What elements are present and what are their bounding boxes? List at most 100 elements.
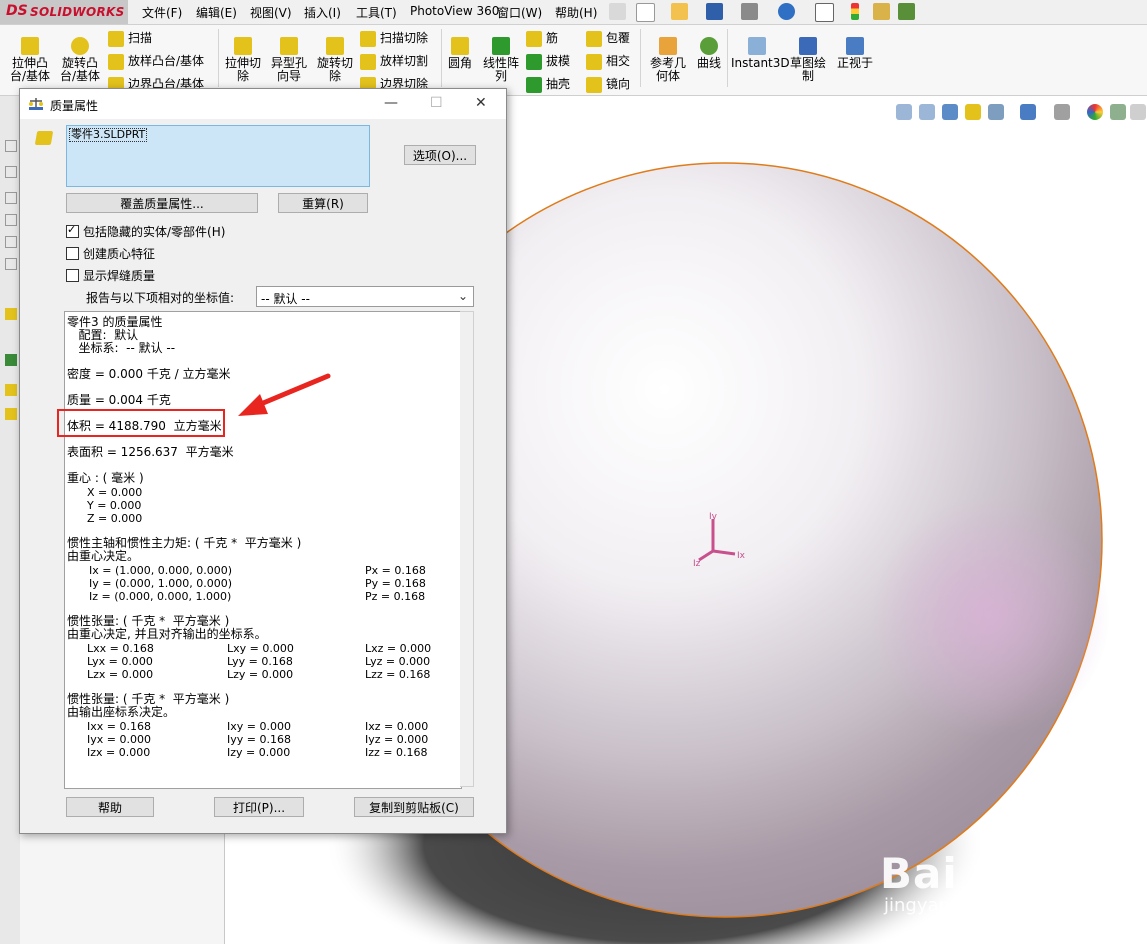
selected-items-list[interactable]: 零件3.SLDPRT	[66, 125, 370, 187]
previous-view-icon[interactable]	[942, 104, 958, 120]
instant3d-label: Instant3D	[731, 56, 790, 70]
sweep-button[interactable]: 扫描	[108, 29, 152, 47]
fillet-icon	[451, 37, 469, 55]
minimize-button[interactable]: —	[384, 95, 398, 111]
section-view-icon[interactable]	[965, 104, 981, 120]
coordinate-system-select[interactable]: -- 默认 -- ⌄	[256, 286, 474, 307]
tree-node-icon	[5, 258, 17, 270]
apply-scene-icon[interactable]	[1110, 104, 1126, 120]
extrude-boss-button[interactable]: 拉伸凸 台/基体	[8, 37, 52, 83]
draft-button[interactable]: 拔模	[526, 52, 570, 70]
extrude-cut-button[interactable]: 拉伸切 除	[222, 37, 264, 83]
results-cog-z: Z = 0.000	[87, 512, 143, 525]
menu-photoview[interactable]: PhotoView 360	[410, 4, 499, 18]
extrude-boss-label: 拉伸凸 台/基体	[9, 56, 51, 83]
sphere-highlight	[870, 496, 1110, 736]
results-lzz: Lzz = 0.168	[365, 668, 431, 681]
dynamic-annotation-icon[interactable]	[988, 104, 1004, 120]
rib-button[interactable]: 筋	[526, 29, 558, 47]
file-properties-icon[interactable]	[873, 3, 890, 20]
hole-wizard-label: 异型孔 向导	[270, 56, 307, 83]
select-arrow-icon[interactable]	[815, 3, 834, 22]
checkbox-box[interactable]	[66, 269, 79, 282]
revolve-boss-label: 旋转凸 台/基体	[59, 56, 101, 83]
revolve-cut-button[interactable]: 旋转切 除	[314, 37, 356, 83]
logo-ds: DS	[6, 3, 28, 19]
results-ix: Ix = (1.000, 0.000, 0.000)	[89, 564, 233, 577]
sketch-button[interactable]: 草图绘 制	[786, 37, 830, 83]
fillet-button[interactable]: 圆角	[444, 37, 476, 70]
override-mass-button[interactable]: 覆盖质量属性...	[66, 193, 258, 213]
menu-view[interactable]: 视图(V)	[250, 4, 292, 21]
open-folder-icon[interactable]	[671, 3, 688, 20]
include-hidden-checkbox[interactable]: 包括隐藏的实体/零部件(H)	[66, 223, 225, 240]
menu-tools[interactable]: 工具(T)	[356, 4, 397, 21]
traffic-light-icon[interactable]	[851, 3, 859, 20]
mirror-button[interactable]: 镜向	[586, 75, 630, 93]
results-lyy: Lyy = 0.168	[227, 655, 293, 668]
selected-item[interactable]: 零件3.SLDPRT	[69, 128, 148, 142]
results-px: Px = 0.168	[365, 564, 426, 577]
zoom-to-area-icon[interactable]	[919, 104, 935, 120]
print-button[interactable]: 打印(P)...	[214, 797, 304, 817]
recalculate-button[interactable]: 重算(R)	[278, 193, 368, 213]
dialog-titlebar[interactable]: 质量属性 — ☐ ✕	[20, 89, 506, 119]
results-iyy: Iyy = 0.168	[227, 733, 291, 746]
new-document-icon[interactable]	[636, 3, 655, 22]
wrap-button[interactable]: 包覆	[586, 29, 630, 47]
mirror-icon	[586, 76, 602, 93]
instant3d-button[interactable]: Instant3D	[731, 37, 790, 70]
solidworks-logo[interactable]: DS SOLIDWORKS	[0, 0, 128, 24]
shell-button[interactable]: 抽壳	[526, 75, 570, 93]
menu-window[interactable]: 窗口(W)	[497, 4, 542, 21]
copy-to-clipboard-button[interactable]: 复制到剪贴板(C)	[354, 797, 474, 817]
revolve-boss-button[interactable]: 旋转凸 台/基体	[58, 37, 102, 83]
create-cm-checkbox[interactable]: 创建质心特征	[66, 245, 155, 262]
intersect-button[interactable]: 相交	[586, 52, 630, 70]
close-button[interactable]: ✕	[475, 95, 487, 111]
options-button[interactable]: 选项(O)...	[404, 145, 476, 165]
options-icon[interactable]	[898, 3, 915, 20]
undo-icon[interactable]	[778, 3, 795, 20]
results-iyz: Iyz = 0.000	[365, 733, 429, 746]
loft-boss-button[interactable]: 放样凸台/基体	[108, 52, 204, 70]
swept-cut-button[interactable]: 扫描切除	[360, 29, 428, 47]
curves-button[interactable]: 曲线	[693, 37, 725, 70]
results-principal-sub: 由重心决定。	[67, 549, 140, 563]
reference-geometry-button[interactable]: 参考几 何体	[646, 37, 690, 83]
linear-pattern-button[interactable]: 线性阵 列	[480, 37, 522, 83]
lofted-cut-button[interactable]: 放样切割	[360, 52, 428, 70]
checkbox-box[interactable]	[66, 223, 79, 238]
extrude-cut-label: 拉伸切 除	[224, 56, 261, 83]
menu-file[interactable]: 文件(F)	[142, 4, 182, 21]
mass-properties-dialog: 质量属性 — ☐ ✕ 零件3.SLDPRT 选项(O)... 覆盖质量属性...…	[19, 88, 507, 834]
results-scrollbar[interactable]	[460, 311, 474, 787]
view-orientation-icon[interactable]	[1020, 104, 1036, 120]
menu-edit[interactable]: 编辑(E)	[196, 4, 237, 21]
show-weld-checkbox[interactable]: 显示焊缝质量	[66, 267, 155, 284]
zoom-to-fit-icon[interactable]	[896, 104, 912, 120]
results-cog-title: 重心 : ( 毫米 )	[67, 471, 144, 485]
feature-node-icon	[5, 408, 17, 420]
help-button[interactable]: 帮助	[66, 797, 154, 817]
pin-icon[interactable]	[609, 3, 626, 20]
triad-label-y: Iy	[709, 512, 718, 522]
tree-node-icon	[5, 236, 17, 248]
maximize-button[interactable]: ☐	[430, 95, 443, 111]
normal-to-button[interactable]: 正视于	[834, 37, 876, 70]
edit-appearance-icon[interactable]	[1087, 104, 1103, 120]
save-icon[interactable]	[706, 3, 723, 20]
print-icon[interactable]	[741, 3, 758, 20]
revolve-boss-icon	[71, 37, 89, 55]
hole-wizard-button[interactable]: 异型孔 向导	[268, 37, 310, 83]
menu-help[interactable]: 帮助(H)	[555, 4, 597, 21]
results-coordsys: 坐标系: -- 默认 --	[67, 341, 176, 355]
checkbox-box[interactable]	[66, 247, 79, 260]
coordinate-system-value: -- 默认 --	[261, 292, 310, 306]
menu-insert[interactable]: 插入(I)	[304, 4, 341, 21]
swept-cut-icon	[360, 30, 376, 47]
hide-show-items-icon[interactable]	[1054, 104, 1070, 120]
draft-label: 拔模	[546, 54, 571, 68]
view-settings-icon[interactable]	[1130, 104, 1146, 120]
ribbon-separator	[727, 29, 728, 87]
